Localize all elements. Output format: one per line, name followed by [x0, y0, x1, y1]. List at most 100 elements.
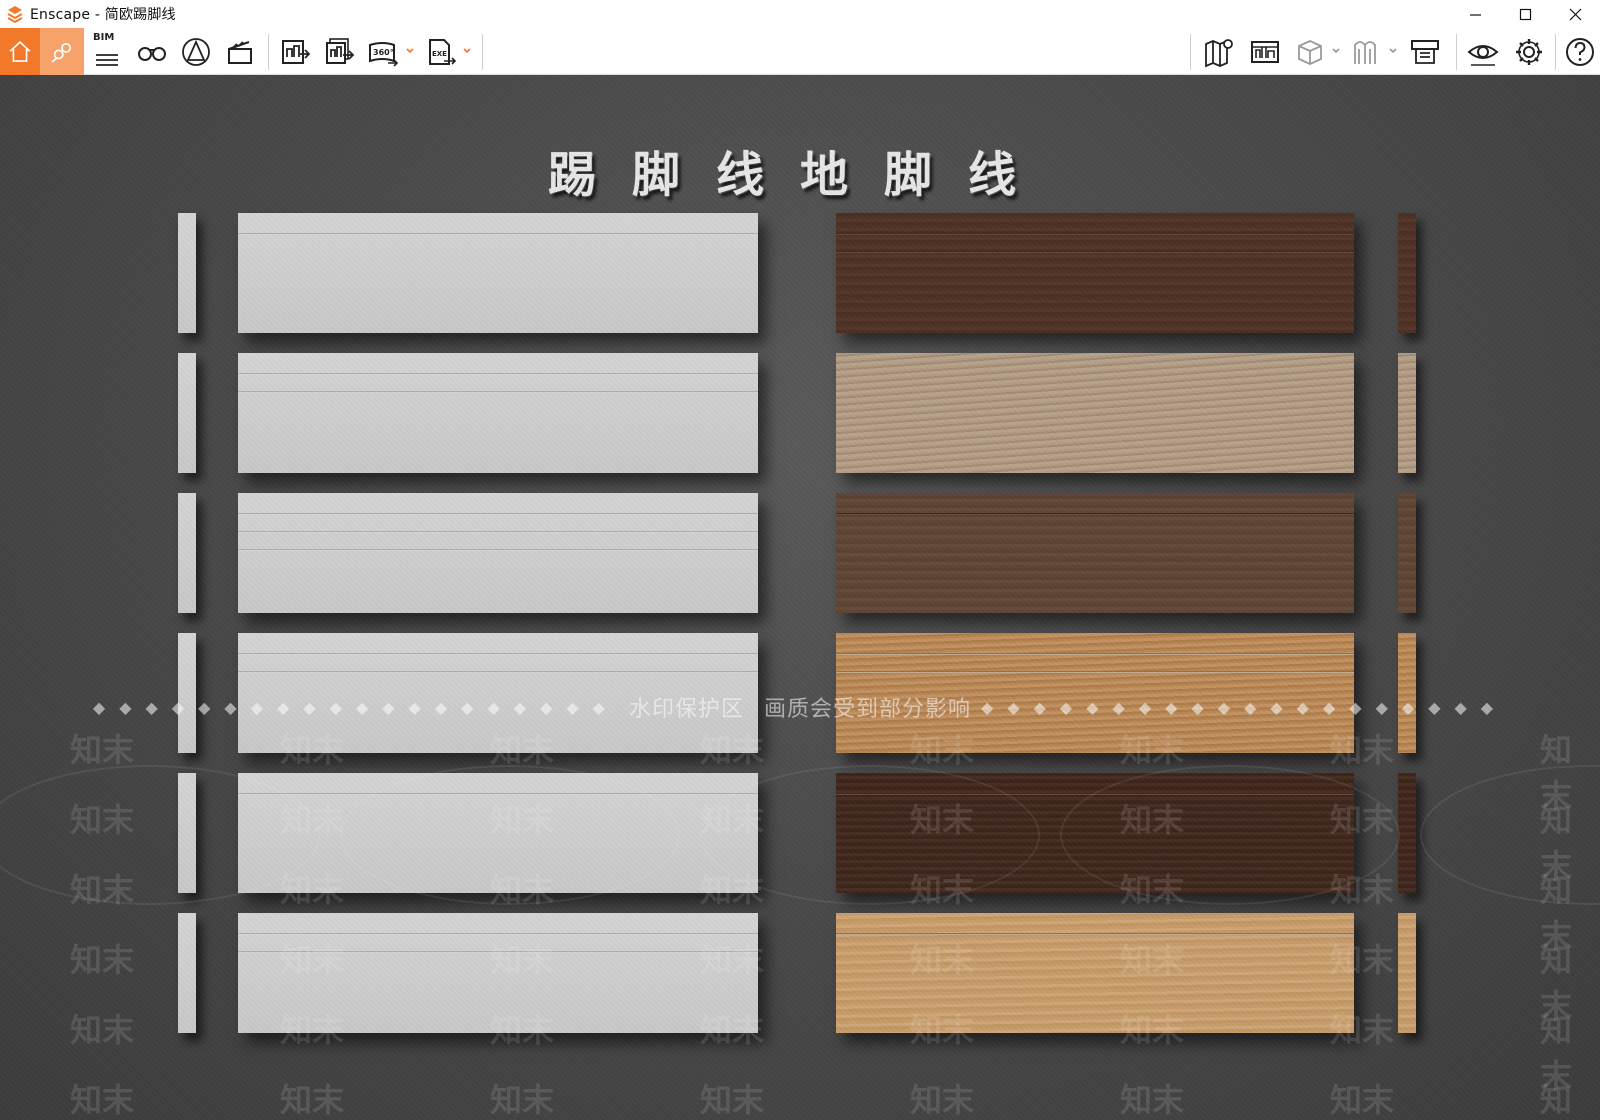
asset-library-icon — [1251, 40, 1279, 63]
watermark-ellipse — [1060, 765, 1400, 905]
render-viewport[interactable]: 踢脚线地脚线 知末 知末 知末 知末 知末 知末 知末 知末 知末 知末 知末 知末 知末 知末 知末 知末知… — [0, 75, 1600, 1120]
video-editor-button[interactable] — [220, 28, 260, 75]
watermark-tile: 知末 — [70, 941, 135, 979]
help-icon — [1566, 37, 1594, 66]
visibility-button[interactable] — [1462, 28, 1504, 75]
watermark-tile: 知末 — [910, 731, 975, 769]
watermark-tile: 知末 — [490, 1011, 555, 1049]
chevron-down-icon[interactable] — [462, 46, 472, 56]
map-icon — [1205, 38, 1233, 67]
watermark-tile: 知末 — [70, 1081, 135, 1119]
maximize-button[interactable] — [1500, 0, 1550, 28]
bim-label: BIM — [93, 32, 115, 43]
watermark-tile: 知末 — [1330, 941, 1395, 979]
baseboard-profile-wood — [1398, 353, 1416, 473]
watermark-ellipse — [700, 765, 1040, 905]
watermark-tile: 知末 — [700, 941, 765, 979]
baseboard-profile-white — [178, 493, 196, 613]
watermark-tile: 知末 — [1120, 1011, 1185, 1049]
chevron-down-icon[interactable] — [405, 46, 415, 56]
settings-icon — [1516, 38, 1542, 65]
location-pins-button[interactable] — [40, 28, 84, 75]
close-button[interactable] — [1550, 0, 1600, 28]
watermark-tile: 知末 — [490, 731, 555, 769]
watermark-tile: 知末 — [280, 1081, 345, 1119]
material-icon — [1354, 40, 1376, 64]
watermark-tile: 知末 — [1540, 1081, 1573, 1119]
export-image-button[interactable] — [274, 28, 316, 75]
watermark-tile: 知末 — [910, 941, 975, 979]
watermark-tile: 知末 — [280, 731, 345, 769]
binoculars-icon — [138, 46, 166, 61]
watermark-text-1: 水印保护区 — [628, 697, 744, 722]
watermark-dots-right: ◆◆◆◆◆◆◆◆◆◆◆◆◆◆◆◆◆◆◆◆ — [981, 697, 1508, 717]
chevron-down-icon[interactable] — [1331, 46, 1341, 56]
watermark-tile: 知末 — [490, 1081, 555, 1119]
material-button[interactable] — [1346, 28, 1388, 75]
baseboard-profile-wood — [1398, 773, 1416, 893]
perspective-icon — [182, 37, 210, 66]
panorama-360-button[interactable]: 360° — [362, 28, 404, 75]
baseboard-profile-wood — [1398, 213, 1416, 333]
scene-title: 踢脚线地脚线 — [547, 147, 1052, 203]
baseboard-sample-wood — [836, 213, 1354, 333]
collaboration-button[interactable] — [1404, 28, 1446, 75]
binoculars-button[interactable] — [132, 28, 172, 75]
svg-text:360°: 360° — [373, 48, 394, 57]
watermark-tile: 知末 — [1330, 1081, 1395, 1119]
map-button[interactable] — [1198, 28, 1240, 75]
exe-export-button[interactable]: EXE — [420, 28, 462, 75]
watermark-tile: 知末 — [1120, 731, 1185, 769]
location-pins-icon — [51, 42, 72, 63]
clapperboard-icon — [228, 40, 252, 64]
baseboard-profile-wood — [1398, 913, 1416, 1033]
watermark-tile: 知末 — [1120, 1081, 1185, 1119]
asset-library-button[interactable] — [1244, 28, 1286, 75]
baseboard-profile-white — [178, 913, 196, 1033]
baseboard-sample-white — [238, 213, 758, 333]
watermark-tile: 知末 — [70, 731, 135, 769]
watermark-tile: 知末 — [1120, 941, 1185, 979]
watermark-tile: 知末 — [280, 941, 345, 979]
watermark-tile: 知末 — [280, 1011, 345, 1049]
title-bar: Enscape - 简欧踢脚线 — [0, 0, 1600, 28]
perspective-button[interactable] — [176, 28, 216, 75]
baseboard-profile-white — [178, 353, 196, 473]
batch-render-icon — [326, 37, 355, 64]
watermark-tile: 知末 — [490, 941, 555, 979]
baseboard-profile-white — [178, 213, 196, 333]
svg-text:EXE: EXE — [432, 50, 447, 58]
visibility-icon — [1467, 44, 1499, 66]
batch-render-button[interactable] — [318, 28, 360, 75]
baseboard-sample-wood — [836, 353, 1354, 473]
cube-view-icon — [1298, 39, 1322, 65]
watermark-ellipse — [340, 765, 680, 905]
close-icon — [1569, 8, 1581, 20]
watermark-tile: 知末 — [700, 731, 765, 769]
main-toolbar: BIM 360° EXE — [0, 28, 1600, 96]
minimize-button[interactable] — [1450, 0, 1500, 28]
help-button[interactable] — [1560, 28, 1600, 75]
home-button[interactable] — [0, 28, 40, 75]
watermark-tile: 知末 — [910, 1081, 975, 1119]
watermark-text-2: 画质会受到部分影响 — [764, 697, 972, 722]
chevron-down-icon[interactable] — [1388, 46, 1398, 56]
watermark-band: ◆◆◆◆◆◆◆◆◆◆◆◆◆◆◆◆◆◆◆◆ 水印保护区 画质会受到部分影响 ◆◆◆… — [0, 687, 1600, 727]
enscape-logo-icon — [7, 6, 23, 23]
bim-info-button[interactable]: BIM — [88, 28, 126, 75]
baseboard-profile-wood — [1398, 493, 1416, 613]
window-title: Enscape - 简欧踢脚线 — [30, 7, 176, 23]
watermark-ellipse — [1420, 765, 1600, 905]
baseboard-sample-white — [238, 493, 758, 613]
watermark-dots-left: ◆◆◆◆◆◆◆◆◆◆◆◆◆◆◆◆◆◆◆◆ — [92, 697, 619, 717]
cube-view-button[interactable] — [1290, 28, 1330, 75]
settings-button[interactable] — [1508, 28, 1550, 75]
export-image-icon — [282, 39, 311, 64]
watermark-tile: 知末 — [910, 1011, 975, 1049]
baseboard-sample-white — [238, 353, 758, 473]
maximize-icon — [1519, 8, 1531, 20]
home-icon — [9, 40, 31, 62]
minimize-icon — [1469, 13, 1481, 16]
watermark-tile: 知末 — [1330, 731, 1395, 769]
watermark-tile: 知末 — [700, 1081, 765, 1119]
